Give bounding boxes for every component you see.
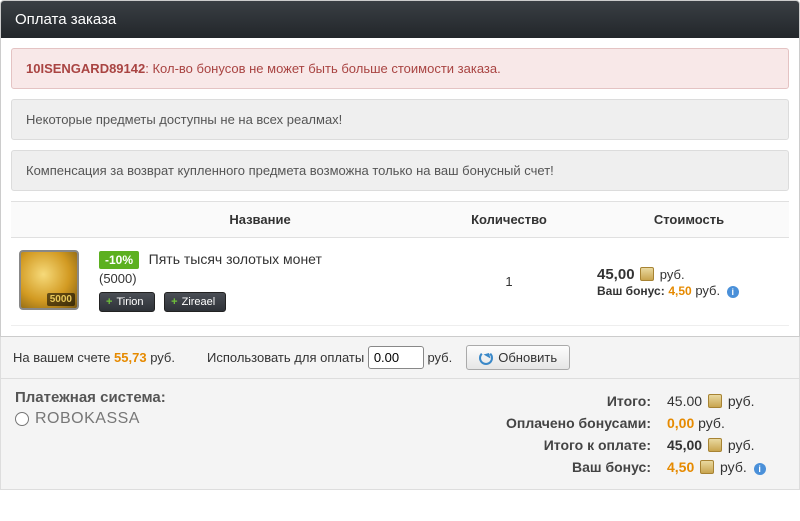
- bonus-amount-input[interactable]: [368, 346, 424, 369]
- currency: руб.: [695, 283, 720, 298]
- use-bonus-currency: руб.: [427, 350, 452, 365]
- total-value: 45.00: [667, 393, 702, 409]
- refresh-button[interactable]: Обновить: [466, 345, 570, 370]
- to-pay-value: 45,00: [667, 437, 702, 453]
- coin-icon: [700, 460, 714, 474]
- panel-title: Оплата заказа: [1, 1, 799, 38]
- balance-value: 55,73: [114, 350, 147, 365]
- your-bonus-label: Ваш бонус:: [364, 457, 662, 477]
- paysystem-label: Платежная система:: [15, 389, 362, 406]
- item-price: 45,00: [597, 266, 635, 283]
- col-qty: Количество: [429, 202, 589, 238]
- to-pay-label: Итого к оплате:: [364, 435, 662, 455]
- info-icon[interactable]: i: [754, 463, 766, 475]
- paysystem-name: ROBOKASSA: [35, 410, 140, 428]
- your-bonus-value: 4,50: [667, 459, 694, 475]
- note-refund: Компенсация за возврат купленного предме…: [11, 150, 789, 191]
- plus-icon: +: [106, 296, 112, 308]
- refresh-label: Обновить: [498, 350, 557, 365]
- total-label: Итого:: [364, 391, 662, 411]
- summary-table: Итого: 45.00 руб. Оплачено бонусами: 0,0…: [362, 389, 786, 479]
- balance-currency: руб.: [150, 350, 175, 365]
- coin-icon: [708, 438, 722, 452]
- balance-bar: На вашем счете 55,73 руб. Использовать д…: [0, 337, 800, 379]
- error-alert: 10ISENGARD89142: Кол-во бонусов не может…: [11, 48, 789, 89]
- paysystem-radio[interactable]: [15, 412, 29, 426]
- realm-tag-zireael[interactable]: +Zireael: [164, 292, 226, 312]
- table-row: 5000 -10% Пять тысяч золотых монет (5000…: [11, 238, 789, 326]
- note-realms: Некоторые предметы доступны не на всех р…: [11, 99, 789, 140]
- plus-icon: +: [171, 296, 177, 308]
- info-icon[interactable]: i: [727, 286, 739, 298]
- panel-body: 10ISENGARD89142: Кол-во бонусов не может…: [1, 38, 799, 336]
- refresh-icon: [479, 351, 493, 365]
- order-payment-panel: Оплата заказа 10ISENGARD89142: Кол-во бо…: [0, 0, 800, 337]
- item-qty: 1: [429, 238, 589, 326]
- realm-tags: +Tirion +Zireael: [99, 292, 421, 312]
- bonus-value: 4,50: [668, 284, 691, 298]
- col-name: Название: [91, 202, 429, 238]
- bonus-label: Ваш бонус:: [597, 284, 665, 298]
- coin-icon: [708, 394, 722, 408]
- col-cost: Стоимость: [589, 202, 789, 238]
- discount-badge: -10%: [99, 251, 139, 269]
- error-text: Кол-во бонусов не может быть больше стои…: [152, 61, 500, 76]
- currency: руб.: [660, 267, 685, 282]
- item-image[interactable]: 5000: [19, 250, 79, 310]
- balance-label: На вашем счете: [13, 350, 110, 365]
- paid-bonus-value: 0,00: [667, 415, 694, 431]
- use-bonus-label: Использовать для оплаты: [207, 350, 364, 365]
- item-title[interactable]: Пять тысяч золотых монет: [149, 251, 322, 267]
- coin-icon: [640, 267, 654, 281]
- summary-panel: Платежная система: ROBOKASSA Итого: 45.0…: [0, 379, 800, 490]
- order-table: Название Количество Стоимость 5000 -10%: [11, 201, 789, 326]
- paid-bonus-label: Оплачено бонусами:: [364, 413, 662, 433]
- item-image-badge: 5000: [47, 293, 75, 306]
- item-subtitle: (5000): [99, 271, 421, 286]
- paysystem-option-robokassa[interactable]: ROBOKASSA: [15, 410, 362, 428]
- realm-tag-tirion[interactable]: +Tirion: [99, 292, 155, 312]
- error-code: 10ISENGARD89142: [26, 61, 145, 76]
